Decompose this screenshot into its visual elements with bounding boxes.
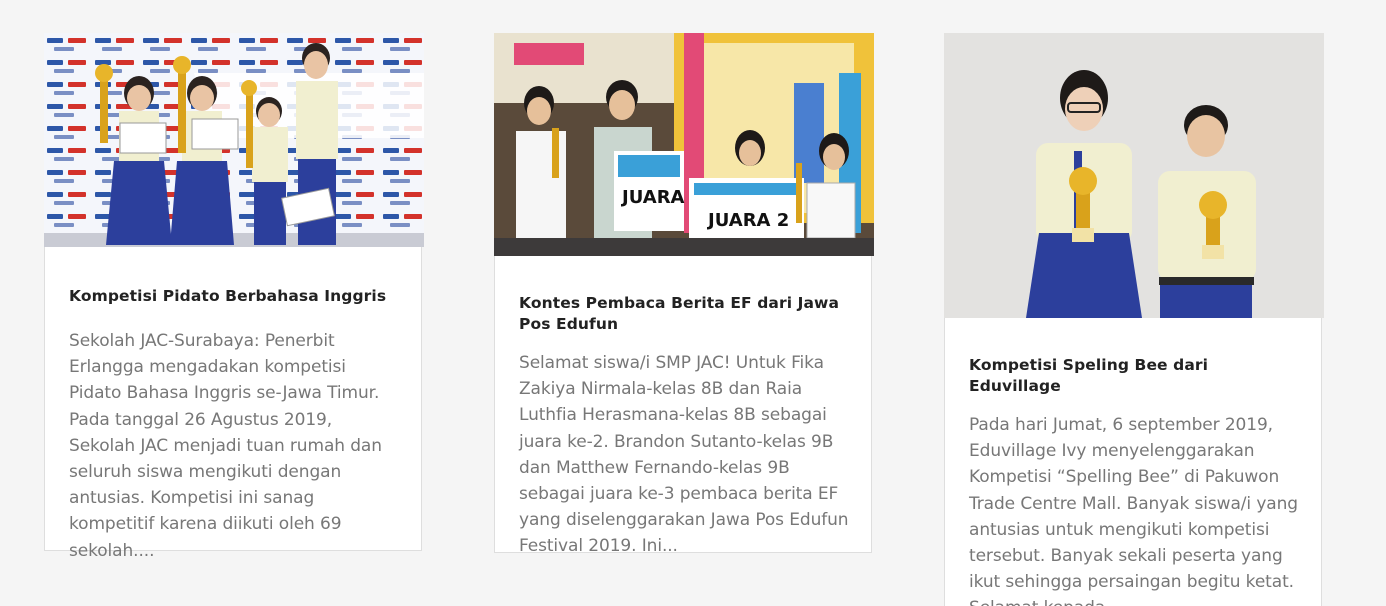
post-excerpt: Selamat siswa/i SMP JAC! Untuk Fika Zaki… <box>519 353 849 557</box>
post-card[interactable]: JUARA 3 JUARA 2 Kontes Pembaca Berita EF… <box>494 33 874 556</box>
post-card[interactable]: Kompetisi Pidato Berbahasa Inggris Sekol… <box>44 33 424 561</box>
svg-text:JUARA 2: JUARA 2 <box>706 210 789 231</box>
post-excerpt: Sekolah JAC-Surabaya: Penerbit Erlangga … <box>69 331 382 561</box>
post-title[interactable]: Kompetisi Speling Bee dari Eduvillage <box>969 355 1301 397</box>
post-title[interactable]: Kompetisi Pidato Berbahasa Inggris <box>69 286 401 307</box>
post-thumbnail[interactable] <box>44 33 424 247</box>
photo-erlangga-speech-winners <box>44 33 424 247</box>
photo-edufun-reader-contest: JUARA 3 JUARA 2 <box>494 33 874 256</box>
post-title[interactable]: Kontes Pembaca Berita EF dari Jawa Pos E… <box>519 293 851 335</box>
post-card[interactable]: Kompetisi Speling Bee dari Eduvillage Pa… <box>944 33 1324 606</box>
post-thumbnail[interactable] <box>944 33 1324 318</box>
post-thumbnail[interactable]: JUARA 3 JUARA 2 <box>494 33 874 256</box>
blog-post-grid: Kompetisi Pidato Berbahasa Inggris Sekol… <box>0 0 1386 606</box>
photo-spelling-bee-winners <box>944 33 1324 318</box>
post-excerpt: Pada hari Jumat, 6 september 2019, Eduvi… <box>969 415 1298 606</box>
